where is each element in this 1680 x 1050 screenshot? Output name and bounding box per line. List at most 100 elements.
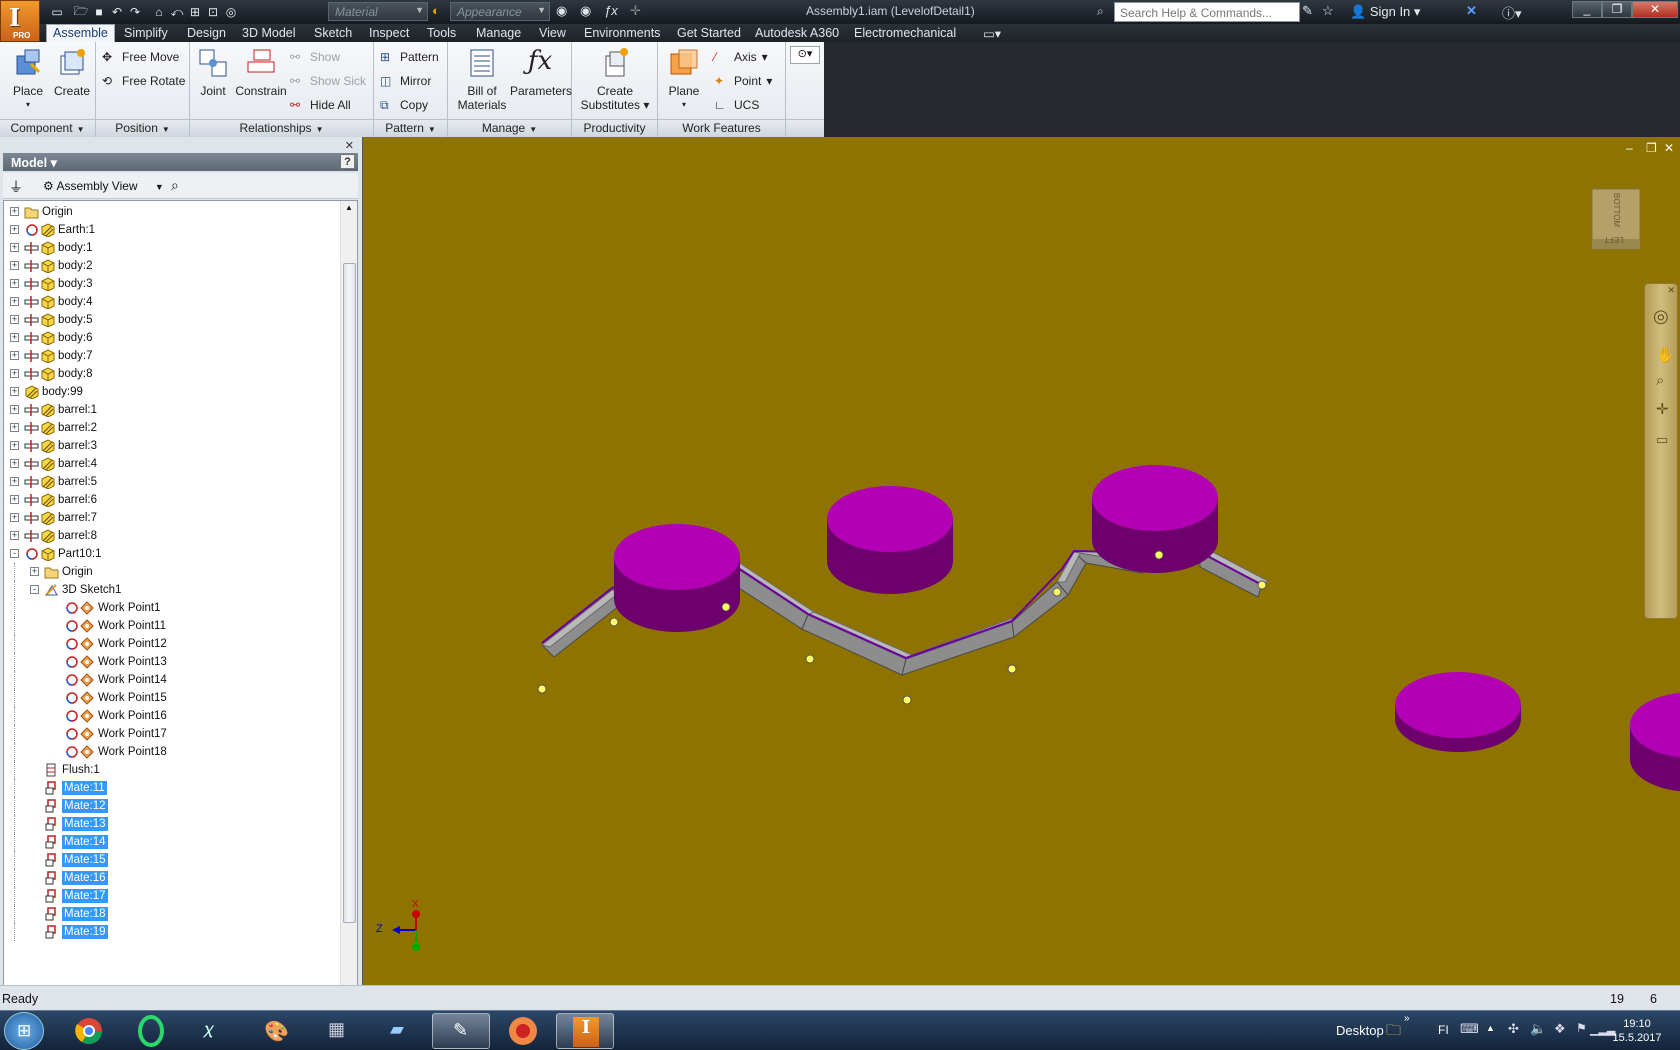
expand-icon[interactable]: + [10, 243, 19, 252]
return-icon[interactable]: ⤺ [168, 3, 186, 21]
panel-relationships-title[interactable]: Relationships ▼ [190, 119, 373, 137]
exchange-icon[interactable]: ✕ [1466, 3, 1477, 19]
graphics-viewport[interactable]: – ❐ ✕ X Z BOTTOM LEFT ✕ ◎ ✋ ⌕ ✛ ▭ [362, 137, 1680, 985]
expand-icon[interactable]: + [10, 279, 19, 288]
expand-icon[interactable]: + [10, 297, 19, 306]
scroll-thumb[interactable] [343, 263, 356, 923]
axis-button[interactable]: ⁄ Axis ▾ [714, 48, 768, 66]
mirror-button[interactable]: ◫ Mirror [380, 72, 431, 90]
copy-button[interactable]: ⧉ Copy [380, 96, 428, 114]
expand-icon[interactable]: + [30, 567, 39, 576]
clock[interactable]: 19:10 15.5.2017 [1605, 1017, 1669, 1045]
tree-node-selected[interactable]: Mate:19 [4, 923, 342, 941]
tree-node-selected[interactable]: Mate:14 [4, 833, 342, 851]
tab-simplify[interactable]: Simplify [124, 25, 168, 42]
expand-icon[interactable]: + [10, 423, 19, 432]
collapse-icon[interactable]: - [10, 549, 19, 558]
free-move-button[interactable]: ✥ Free Move [102, 48, 179, 66]
tree-node[interactable]: Work Point17 [4, 725, 342, 743]
filter-icon[interactable]: ⏚ [9, 177, 23, 197]
show-button[interactable]: ⚯ Show [290, 48, 340, 66]
pattern-button[interactable]: ⊞ Pattern [380, 48, 439, 66]
taskbar-inventor[interactable]: I [556, 1013, 614, 1049]
collapse-icon[interactable]: - [30, 585, 39, 594]
folder-icon[interactable]: 🗀 [1386, 1020, 1401, 1045]
subscription-icon[interactable]: ✎ [1302, 3, 1313, 19]
select-icon[interactable]: ⊞ [186, 3, 204, 21]
tab-manage[interactable]: Manage [476, 25, 521, 42]
taskbar-paint[interactable]: 🎨 [246, 1013, 304, 1049]
tree-node[interactable]: + body:6 [4, 329, 342, 347]
tree-node[interactable]: + body:2 [4, 257, 342, 275]
show-sick-button[interactable]: ⚯ Show Sick [290, 72, 366, 90]
expand-icon[interactable]: + [10, 369, 19, 378]
create-button[interactable]: Create [52, 46, 92, 98]
tree-node[interactable]: + body:4 [4, 293, 342, 311]
tree-node-selected[interactable]: Mate:13 [4, 815, 342, 833]
appearance-combo[interactable]: Appearance ▼ [450, 2, 550, 21]
expand-icon[interactable]: + [10, 495, 19, 504]
application-menu-button[interactable]: I PRO [0, 0, 40, 42]
expand-icon[interactable]: + [10, 387, 19, 396]
expand-icon[interactable]: + [10, 441, 19, 450]
expand-icon[interactable]: + [10, 513, 19, 522]
panel-pattern-title[interactable]: Pattern ▼ [374, 119, 447, 137]
home-icon[interactable]: ⌂ [150, 3, 168, 21]
tab-get-started[interactable]: Get Started [677, 25, 741, 42]
find-binoculars-icon[interactable]: ⌕ [171, 177, 179, 194]
desktop-toolbar-label[interactable]: Desktop [1336, 1023, 1384, 1038]
tree-node-selected[interactable]: Mate:11 [4, 779, 342, 797]
tab-tools[interactable]: Tools [427, 25, 456, 42]
maximize-button[interactable]: ❐ [1602, 1, 1632, 18]
panel-position-title[interactable]: Position ▼ [96, 119, 189, 137]
save-icon[interactable]: ■ [90, 3, 108, 21]
expand-icon[interactable]: + [10, 531, 19, 540]
tree-node[interactable]: Work Point12 [4, 635, 342, 653]
material-combo[interactable]: Material ▼ [328, 2, 428, 21]
language-indicator[interactable]: FI [1438, 1023, 1449, 1037]
place-button[interactable]: Place ▾ [8, 46, 48, 112]
tab-autodesk-a360[interactable]: Autodesk A360 [755, 25, 839, 42]
expand-icon[interactable]: + [10, 225, 19, 234]
search-input[interactable]: ⌕ Search Help & Commands... [1097, 2, 1300, 22]
expand-icon[interactable]: + [10, 477, 19, 486]
taskbar-writer[interactable]: ✎ [432, 1013, 490, 1049]
taskbar-math[interactable]: 𝜒 [184, 1013, 242, 1049]
close-button[interactable]: ✕ [1632, 1, 1678, 18]
navbar-close-icon[interactable]: ✕ [1667, 285, 1675, 296]
tree-node-selected[interactable]: Mate:12 [4, 797, 342, 815]
expand-icon[interactable]: + [10, 405, 19, 414]
tab-view[interactable]: View [539, 25, 566, 42]
tree-node[interactable]: + body:99 [4, 383, 342, 401]
tree-node[interactable]: Work Point14 [4, 671, 342, 689]
tree-node[interactable]: + barrel:2 [4, 419, 342, 437]
undo-icon[interactable]: ↶ [108, 3, 126, 21]
tree-node[interactable]: Work Point18 [4, 743, 342, 761]
tab-3d-model[interactable]: 3D Model [242, 25, 296, 42]
browser-help-icon[interactable]: ? [340, 154, 355, 169]
expand-icon[interactable]: + [10, 207, 19, 216]
tree-node[interactable]: + body:8 [4, 365, 342, 383]
panel-component-title[interactable]: Component ▼ [0, 119, 95, 137]
tree-node[interactable]: Work Point15 [4, 689, 342, 707]
expand-icon[interactable]: + [10, 459, 19, 468]
plane-button[interactable]: Plane ▾ [664, 46, 704, 112]
taskbar-opera[interactable] [122, 1013, 180, 1049]
action-center-icon[interactable]: ⚑ [1576, 1021, 1587, 1035]
tree-node[interactable]: + barrel:8 [4, 527, 342, 545]
volume-icon[interactable]: 🔈 [1530, 1021, 1546, 1037]
favorites-icon[interactable]: ☆ [1322, 3, 1334, 19]
tree-node[interactable]: Work Point13 [4, 653, 342, 671]
tab-design[interactable]: Design [187, 25, 226, 42]
scroll-up-icon[interactable]: ▲ [345, 203, 353, 212]
tree-node[interactable]: Work Point1 [4, 599, 342, 617]
open-icon[interactable]: 🗁 [72, 3, 90, 21]
tree-node[interactable]: + body:7 [4, 347, 342, 365]
tree-node-selected[interactable]: Mate:16 [4, 869, 342, 887]
expand-icon[interactable]: + [10, 333, 19, 342]
browser-close-icon[interactable]: ✕ [345, 139, 354, 152]
update-icon[interactable]: ⊡ [204, 3, 222, 21]
tree-node[interactable]: + barrel:6 [4, 491, 342, 509]
taskbar-calculator[interactable]: ▦ [308, 1013, 366, 1049]
tree-node[interactable]: + barrel:7 [4, 509, 342, 527]
